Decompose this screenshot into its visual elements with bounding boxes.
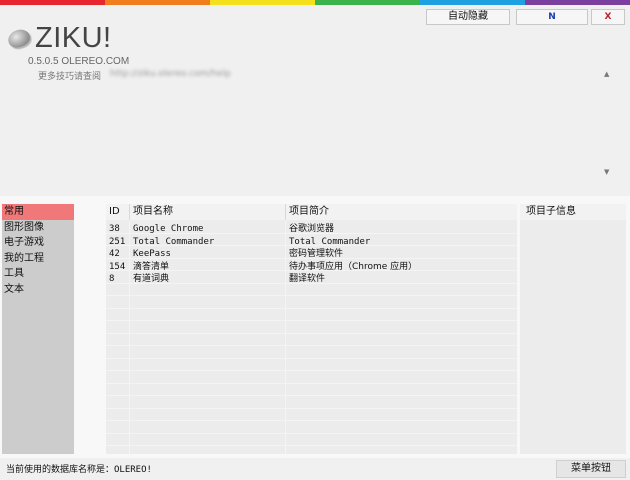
row-divider: [106, 383, 517, 384]
rainbow-segment: [210, 0, 315, 5]
category-item[interactable]: 文本: [2, 282, 74, 298]
app-title: ZIKU!: [35, 22, 112, 54]
row-divider: [106, 308, 517, 309]
row-divider: [106, 433, 517, 434]
help-url-link[interactable]: http://ziku.olereo.com/help: [110, 69, 231, 79]
sub-info-header: 项目子信息: [520, 204, 626, 220]
row-divider: [106, 233, 517, 234]
row-divider: [106, 320, 517, 321]
row-divider: [106, 245, 517, 246]
col-header-id[interactable]: ID: [106, 204, 130, 220]
autohide-button[interactable]: 自动隐藏: [426, 9, 510, 25]
category-item[interactable]: 图形图像: [2, 220, 74, 236]
row-divider: [106, 258, 517, 259]
info-scrollbar[interactable]: ▲ ▼: [602, 70, 614, 176]
status-text: 当前使用的数据库名称是：OLEREO!: [6, 465, 152, 475]
col-header-name[interactable]: 项目名称: [130, 204, 286, 220]
rainbow-segment: [105, 0, 210, 5]
rainbow-segment: [0, 0, 105, 5]
row-divider: [106, 358, 517, 359]
project-table[interactable]: ID 项目名称 项目简介 38 Google Chrome 谷歌浏览器 251 Tota…: [106, 204, 622, 454]
row-divider: [106, 270, 517, 271]
row-divider: [106, 295, 517, 296]
close-button[interactable]: X: [591, 9, 625, 25]
row-divider: [106, 333, 517, 334]
minimize-button[interactable]: N: [516, 9, 588, 25]
category-item[interactable]: 工具: [2, 266, 74, 282]
category-item[interactable]: 常用: [2, 204, 74, 220]
rainbow-strip: [0, 0, 630, 5]
sub-info-panel: 项目子信息: [520, 204, 626, 454]
row-divider: [106, 345, 517, 346]
row-divider: [106, 395, 517, 396]
stone-icon: [5, 26, 33, 51]
category-item[interactable]: 我的工程: [2, 251, 74, 267]
row-divider: [106, 370, 517, 371]
row-divider: [106, 420, 517, 421]
row-divider: [106, 408, 517, 409]
category-list[interactable]: 常用 图形图像 电子游戏 我的工程 工具 文本: [2, 204, 74, 454]
category-item[interactable]: 电子游戏: [2, 235, 74, 251]
menu-button[interactable]: 菜单按钮: [556, 460, 626, 478]
row-divider: [106, 283, 517, 284]
rainbow-segment: [525, 0, 630, 5]
scroll-up-icon[interactable]: ▲: [604, 70, 609, 78]
scroll-down-icon[interactable]: ▼: [604, 168, 609, 176]
rainbow-segment: [315, 0, 420, 5]
rainbow-segment: [420, 0, 525, 5]
row-divider: [106, 445, 517, 446]
version-label: 0.5.0.5 OLEREO.COM: [28, 56, 130, 67]
col-header-desc[interactable]: 项目简介: [286, 204, 517, 220]
more-tips-label: 更多技巧请查阅: [38, 72, 102, 82]
